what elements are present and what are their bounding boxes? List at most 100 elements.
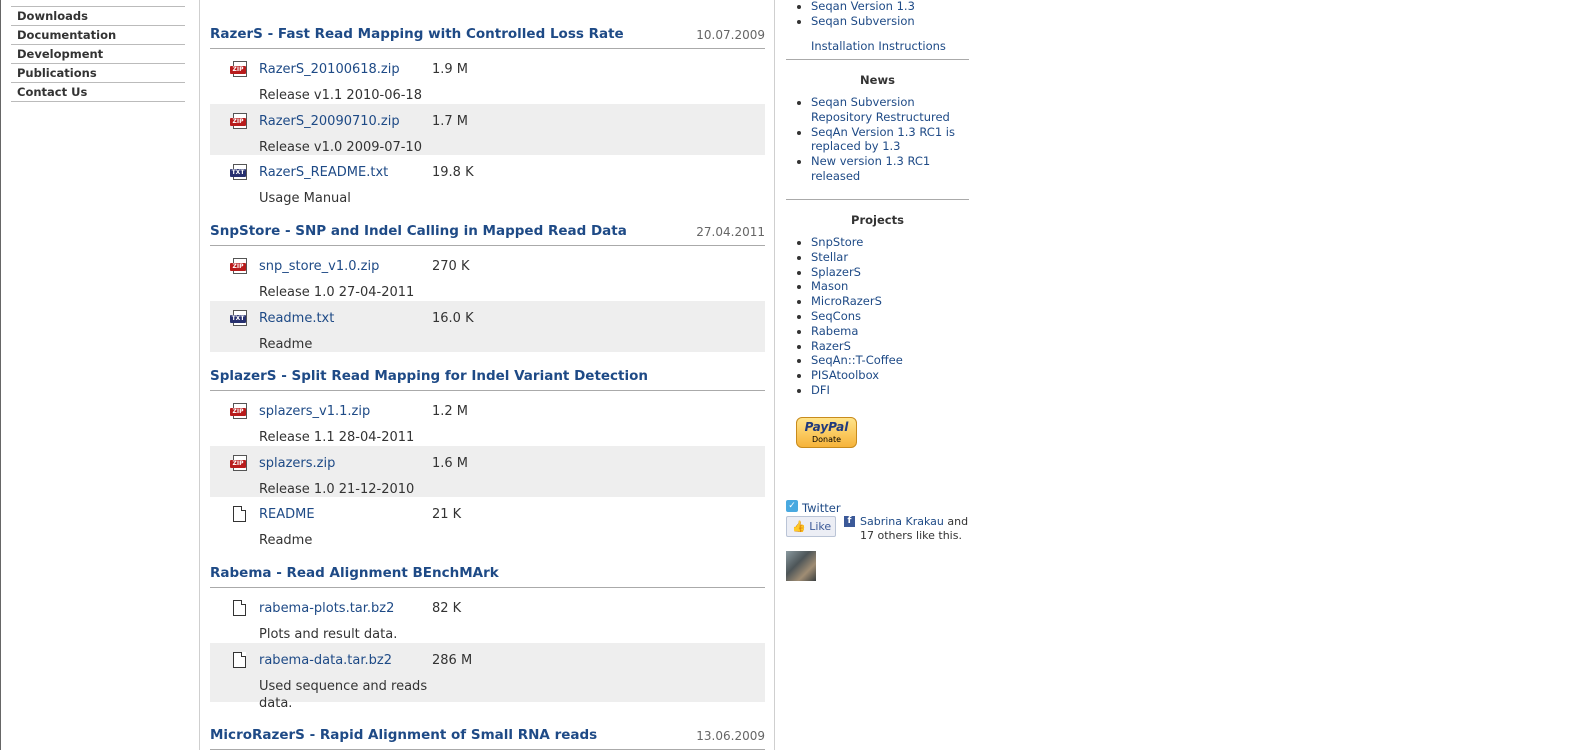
installation-instructions-link[interactable]: Installation Instructions <box>811 39 946 53</box>
list-item: New version 1.3 RC1 released <box>811 154 976 184</box>
section-date: 10.07.2009 <box>696 28 765 42</box>
file-link[interactable]: splazers_v1.1.zip <box>259 404 370 419</box>
file-link[interactable]: rabema-data.tar.bz2 <box>259 653 392 668</box>
news-link[interactable]: SeqAn Version 1.3 RC1 is replaced by 1.3 <box>811 125 955 154</box>
file-link[interactable]: splazers.zip <box>259 456 335 471</box>
project-link[interactable]: RazerS <box>811 339 851 353</box>
file-row: TXT RazerS_README.txt 19.8 K Usage Manua… <box>210 155 765 207</box>
main-right-border <box>774 0 775 750</box>
divider <box>786 199 969 200</box>
list-item: SeqCons <box>811 309 994 324</box>
file-description: Release 1.1 28-04-2011 <box>259 430 415 445</box>
left-navigation: Downloads Documentation Development Publ… <box>11 0 185 102</box>
file-description: Readme <box>259 533 313 548</box>
file-row: TXT Readme.txt 16.0 K Readme <box>210 300 765 352</box>
section-microrazers: MicroRazerS - Rapid Alignment of Small R… <box>210 727 765 750</box>
version-link[interactable]: Seqan Version 1.3 <box>811 0 915 13</box>
section-title[interactable]: RazerS - Fast Read Mapping with Controll… <box>210 26 624 42</box>
section-razers: RazerS - Fast Read Mapping with Controll… <box>210 26 765 206</box>
file-row: README 21 K Readme <box>210 497 765 549</box>
news-link[interactable]: New version 1.3 RC1 released <box>811 154 930 183</box>
project-link[interactable]: MicroRazerS <box>811 294 882 308</box>
project-link[interactable]: SeqCons <box>811 309 861 323</box>
list-item: Seqan Subversion Repository Restructured <box>811 95 976 125</box>
section-header: MicroRazerS - Rapid Alignment of Small R… <box>210 727 765 750</box>
list-item: Seqan Version 1.3 <box>811 0 994 14</box>
projects-list: SnpStore Stellar SplazerS Mason MicroRaz… <box>786 235 994 398</box>
news-link[interactable]: Seqan Subversion Repository Restructured <box>811 95 950 124</box>
file-description: Used sequence and reads data. <box>259 678 428 711</box>
project-link[interactable]: SnpStore <box>811 235 863 249</box>
file-list: ZIP snp_store_v1.0.zip 270 K Release 1.0… <box>210 249 765 352</box>
file-link[interactable]: README <box>259 507 315 522</box>
nav-item-documentation[interactable]: Documentation <box>11 26 185 45</box>
project-link[interactable]: Rabema <box>811 324 858 338</box>
section-header: RazerS - Fast Read Mapping with Controll… <box>210 26 765 49</box>
file-size: 1.7 M <box>432 113 469 129</box>
project-link[interactable]: Stellar <box>811 250 848 264</box>
file-size: 16.0 K <box>432 310 474 326</box>
project-link[interactable]: SplazerS <box>811 265 861 279</box>
subversion-link[interactable]: Seqan Subversion <box>811 14 915 28</box>
paypal-donate-button[interactable]: PayPal Donate <box>796 417 857 448</box>
file-size: 270 K <box>432 259 470 274</box>
nav-item-contact-us[interactable]: Contact Us <box>11 83 185 102</box>
file-link[interactable]: RazerS_20090710.zip <box>259 114 400 129</box>
file-row: ZIP snp_store_v1.0.zip 270 K Release 1.0… <box>210 249 765 301</box>
zip-file-icon: ZIP <box>230 61 248 77</box>
zip-file-icon: ZIP <box>230 403 248 419</box>
zip-file-icon: ZIP <box>230 258 248 274</box>
file-size: 21 K <box>432 507 462 522</box>
file-description: Release v1.0 2009-07-10 <box>259 139 422 155</box>
section-header: SnpStore - SNP and Indel Calling in Mapp… <box>210 223 765 246</box>
news-heading: News <box>860 73 895 87</box>
list-item: SeqAn Version 1.3 RC1 is replaced by 1.3 <box>811 125 976 155</box>
thumbs-up-icon: 👍 <box>792 520 806 533</box>
file-list: ZIP splazers_v1.1.zip 1.2 M Release 1.1 … <box>210 394 765 549</box>
project-link[interactable]: DFI <box>811 383 830 397</box>
project-link[interactable]: SeqAn::T-Coffee <box>811 353 903 367</box>
generic-file-icon <box>230 651 248 668</box>
section-title[interactable]: SplazerS - Split Read Mapping for Indel … <box>210 368 648 384</box>
facebook-icon: f <box>844 516 855 527</box>
project-link[interactable]: Mason <box>811 279 848 293</box>
paypal-logo: PayPal <box>804 420 849 434</box>
file-row: ZIP RazerS_20100618.zip 1.9 M Release v1… <box>210 52 765 104</box>
file-link[interactable]: RazerS_README.txt <box>259 165 388 180</box>
section-title[interactable]: Rabema - Read Alignment BEnchMArk <box>210 565 499 581</box>
section-header: SplazerS - Split Read Mapping for Indel … <box>210 368 765 391</box>
nav-item-development[interactable]: Development <box>11 45 185 64</box>
file-description: Release 1.0 21-12-2010 <box>259 481 415 497</box>
file-row: ZIP splazers.zip 1.6 M Release 1.0 21-12… <box>210 445 765 497</box>
nav-item-publications[interactable]: Publications <box>11 64 185 83</box>
section-title[interactable]: SnpStore - SNP and Indel Calling in Mapp… <box>210 223 627 239</box>
file-link[interactable]: Readme.txt <box>259 311 334 326</box>
donate-label: Donate <box>811 435 842 444</box>
section-title[interactable]: MicroRazerS - Rapid Alignment of Small R… <box>210 727 597 743</box>
file-link[interactable]: snp_store_v1.0.zip <box>259 259 379 274</box>
file-description: Plots and result data. <box>259 627 398 642</box>
list-item: SplazerS <box>811 265 994 280</box>
file-description: Readme <box>259 336 313 352</box>
file-link[interactable]: rabema-plots.tar.bz2 <box>259 601 394 616</box>
file-size: 286 M <box>432 652 473 668</box>
list-item: SeqAn::T-Coffee <box>811 353 994 368</box>
facebook-like-button[interactable]: 👍 Like <box>786 516 836 537</box>
projects-heading: Projects <box>851 213 904 227</box>
avatar[interactable] <box>786 551 816 581</box>
section-header: Rabema - Read Alignment BEnchMArk <box>210 565 765 588</box>
nav-item-downloads[interactable]: Downloads <box>11 7 185 26</box>
file-row: ZIP RazerS_20090710.zip 1.7 M Release v1… <box>210 103 765 155</box>
project-link[interactable]: PISAtoolbox <box>811 368 879 382</box>
version-links: Seqan Version 1.3 Seqan Subversion <box>786 0 994 29</box>
file-list: ZIP RazerS_20100618.zip 1.9 M Release v1… <box>210 52 765 207</box>
and-text: and <box>943 515 969 528</box>
file-size: 19.8 K <box>432 165 474 180</box>
file-size: 82 K <box>432 601 462 616</box>
section-splazers: SplazerS - Split Read Mapping for Indel … <box>210 368 765 548</box>
file-link[interactable]: RazerS_20100618.zip <box>259 62 400 77</box>
file-description: Release 1.0 27-04-2011 <box>259 285 415 300</box>
twitter-link[interactable]: Twitter <box>802 501 841 515</box>
txt-file-icon: TXT <box>230 309 248 326</box>
facebook-user-link[interactable]: Sabrina Krakau <box>860 515 944 528</box>
